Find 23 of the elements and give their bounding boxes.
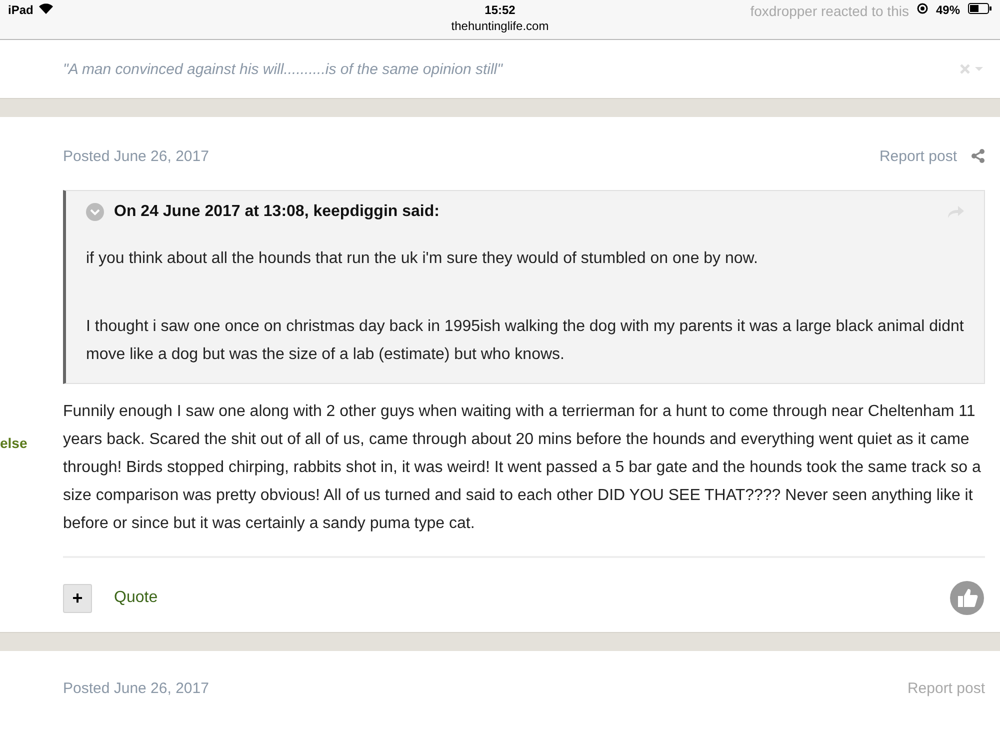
share-icon[interactable]: [971, 149, 985, 163]
close-icon[interactable]: [960, 64, 984, 74]
orientation-lock-icon: [916, 3, 928, 14]
clock-time: 15:52: [484, 3, 516, 17]
battery-percent: 49%: [936, 3, 960, 17]
author-name[interactable]: else: [0, 435, 28, 451]
wifi-icon: [39, 3, 54, 14]
collapse-icon[interactable]: [86, 203, 104, 221]
quote-header: On 24 June 2017 at 13:08, keepdiggin said:: [114, 203, 440, 221]
page-url: thehuntinglife.com: [451, 19, 549, 33]
battery-icon: [968, 3, 992, 14]
device-name: iPad: [8, 3, 34, 17]
quote-button[interactable]: Quote: [114, 589, 158, 607]
signature-text: "A man convinced against his will..........is of the same opinion still": [63, 60, 502, 78]
notification-text: foxdropper reacted to this: [750, 3, 909, 19]
post-body: Funnily enough I saw one along with 2 other guys when waiting with a terrierman for a hunt to come through near Cheltenham 11 years back. Scared the shit out of all of us, came through about 20 mins before the hounds and everything went quiet as it came through! Birds stopped chirping, rabbits shot in, it was weird! It went passed a 5 bar gate and the hounds took the same track so a size comparison was pretty obvious! All of us turned and said to each other DID YOU SEE THAT???? Never seen anything like it before or since but it was certainly a sandy puma type cat.: [63, 402, 982, 534]
quote-paragraph: I thought i saw one once on christmas day back in 1995ish walking the dog with my parents it was a large black animal didnt move like a dog but was the size of a lab (estimate) but who knows.: [86, 317, 964, 365]
post-date: Posted June 26, 2017: [63, 148, 209, 164]
post-date: Posted June 26, 2017: [63, 680, 209, 696]
multiquote-button[interactable]: +: [63, 584, 92, 612]
report-post-link[interactable]: Report post: [879, 148, 957, 164]
thumbs-up-icon[interactable]: [949, 580, 985, 616]
quote-paragraph: if you think about all the hounds that run the uk i'm sure they would of stumbled on one by now.: [86, 249, 759, 269]
